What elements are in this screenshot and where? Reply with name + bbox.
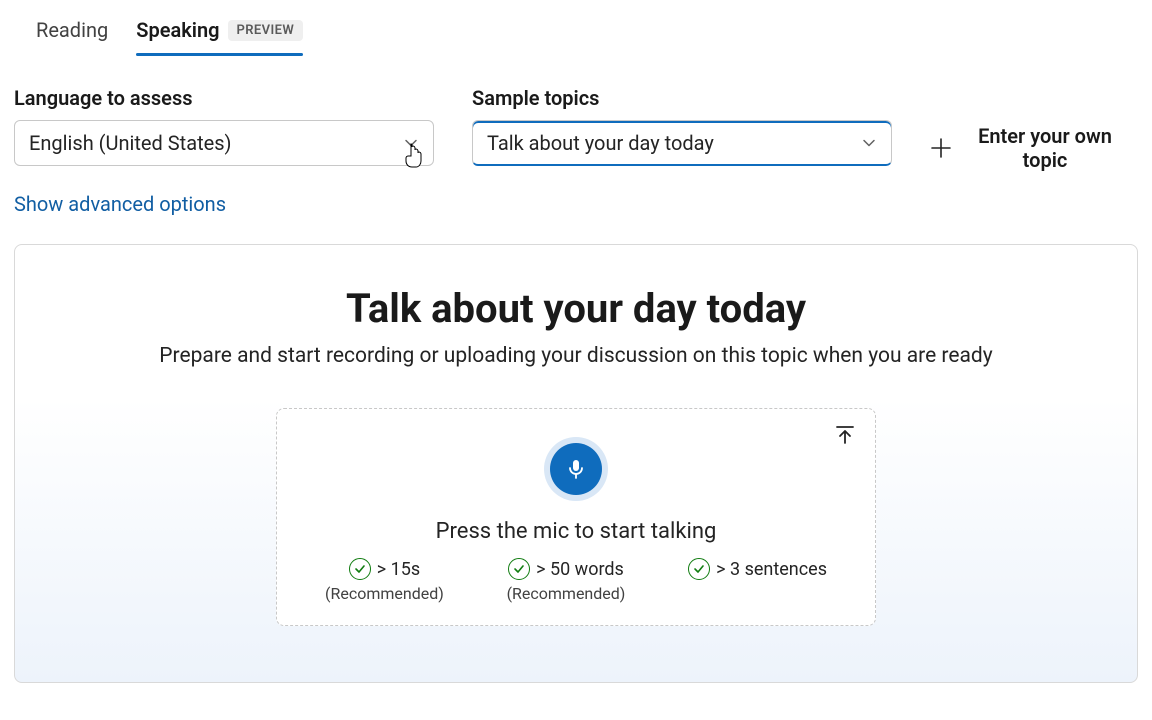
req-sentences-text: > 3 sentences: [716, 559, 827, 580]
plus-icon: [930, 137, 952, 159]
req-duration: > 15s (Recommended): [325, 558, 444, 603]
req-words-text: > 50 words: [536, 559, 624, 580]
preview-badge: PREVIEW: [228, 20, 304, 41]
language-select[interactable]: English (United States): [14, 120, 434, 166]
enter-own-topic-button[interactable]: Enter your own topic: [930, 124, 1120, 172]
req-duration-text: > 15s: [377, 559, 420, 580]
req-duration-sub: (Recommended): [325, 584, 444, 603]
show-advanced-options-link[interactable]: Show advanced options: [14, 192, 226, 216]
topics-select[interactable]: Talk about your day today: [472, 120, 892, 166]
upload-icon: [833, 423, 857, 447]
language-label: Language to assess: [14, 86, 434, 110]
tab-speaking[interactable]: Speaking PREVIEW: [136, 14, 303, 54]
tab-reading-label: Reading: [36, 18, 108, 42]
chevron-down-icon: [403, 135, 419, 151]
microphone-icon: [564, 457, 588, 481]
req-words-sub: (Recommended): [507, 584, 626, 603]
recorder-panel: Press the mic to start talking > 15s (Re…: [276, 408, 876, 626]
press-mic-text: Press the mic to start talking: [297, 519, 855, 544]
check-circle-icon: [349, 558, 371, 580]
req-sentences: > 3 sentences: [688, 558, 827, 603]
requirements-row: > 15s (Recommended) > 50 words (Recommen…: [297, 558, 855, 603]
mic-button[interactable]: [544, 437, 608, 501]
check-circle-icon: [508, 558, 530, 580]
topic-title: Talk about your day today: [39, 285, 1113, 332]
req-words: > 50 words (Recommended): [507, 558, 626, 603]
enter-own-topic-label: Enter your own topic: [970, 124, 1120, 172]
language-value: English (United States): [29, 131, 232, 155]
topics-label: Sample topics: [472, 86, 892, 110]
language-field: Language to assess English (United State…: [14, 86, 434, 166]
topic-subtitle: Prepare and start recording or uploading…: [39, 344, 1113, 368]
chevron-down-icon: [861, 135, 877, 151]
topics-value: Talk about your day today: [487, 131, 714, 155]
mic-inner: [550, 443, 602, 495]
assessment-controls: Language to assess English (United State…: [14, 86, 1138, 172]
tabs: Reading Speaking PREVIEW: [36, 14, 1138, 54]
topics-field: Sample topics Talk about your day today: [472, 86, 892, 166]
upload-button[interactable]: [833, 423, 857, 451]
tab-reading[interactable]: Reading: [36, 14, 108, 54]
tab-speaking-label: Speaking: [136, 18, 219, 42]
topic-card: Talk about your day today Prepare and st…: [14, 244, 1138, 683]
check-circle-icon: [688, 558, 710, 580]
req-sentences-sub: [756, 584, 760, 603]
